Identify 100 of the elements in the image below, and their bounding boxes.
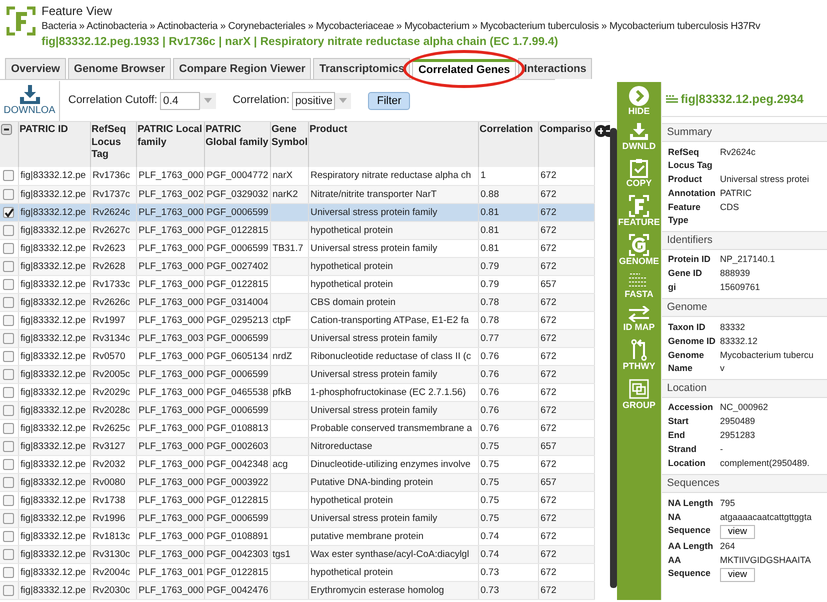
table-cell: PGF_0042476 (206, 584, 268, 596)
table-cell: PLF_1763_003 (138, 332, 204, 344)
remove-column-icon[interactable] (603, 125, 610, 137)
field-value: NC_000962 (720, 401, 768, 414)
field-label: Genome ID (668, 334, 717, 348)
download-button[interactable]: DOWNLOA (0, 80, 60, 120)
table-row[interactable]: fig|83332.12.pe Rv2624c PLF_1763_000 PGF_0006599 Universal stress protein family 0.81 672 (0, 203, 594, 221)
row-checkbox[interactable] (3, 332, 14, 344)
tab[interactable]: Correlated Genes (412, 59, 516, 80)
table-row[interactable]: fig|83332.12.pe Rv2626c PLF_1763_000 PGF_0314004 CBS domain protein 0.78 672 (0, 293, 594, 311)
table-row[interactable]: fig|83332.12.pe Rv2627c PLF_1763_000 PGF_0122815 hypothetical protein 0.81 672 (0, 221, 594, 239)
table-cell: tgs1 (272, 548, 290, 560)
table-cell: PGF_0006599 (206, 332, 268, 344)
tab[interactable]: Interactions (518, 58, 592, 79)
table-cell: Rv2004c (92, 566, 130, 578)
row-checkbox[interactable] (3, 170, 14, 182)
download-icon (18, 85, 40, 105)
table-cell: 0.76 (480, 368, 499, 380)
table-cell: 0.75 (480, 476, 499, 488)
table-cell: fig|83332.12.pe (20, 530, 86, 542)
field-label: Start (668, 415, 690, 428)
row-checkbox[interactable] (3, 224, 14, 236)
tab[interactable]: Overview (5, 58, 66, 79)
table-row[interactable]: fig|83332.12.pe Rv2032 PLF_1763_000 PGF_0042348 acg Dinucleotide-utilizing enzymes involve 0.75 672 (0, 455, 594, 473)
table-row[interactable]: fig|83332.12.pe Rv1737c PLF_1763_002 PGF_0329032 narK2 Nitrate/nitrite transporter NarT 0.88 672 (0, 185, 594, 203)
details-title: fig|83332.12.peg.2934 (680, 91, 804, 108)
table-cell: 657 (540, 476, 556, 488)
table-row[interactable]: fig|83332.12.pe Rv2030c PLF_1763_000 PGF_0042476 Erythromycin esterase homolog 0.73 672 (0, 581, 594, 599)
row-checkbox[interactable] (3, 278, 14, 290)
table-row[interactable]: fig|83332.12.pe Rv1813c PLF_1763_000 PGF_0108891 putative membrane protein 0.74 672 (0, 527, 594, 545)
table-row[interactable]: fig|83332.12.pe Rv2005c PLF_1763_000 PGF_0006599 Universal stress protein family 0.76 672 (0, 365, 594, 383)
row-checkbox[interactable] (3, 566, 14, 578)
row-checkbox[interactable] (3, 260, 14, 272)
scrollbar[interactable] (610, 128, 617, 588)
table-row[interactable]: fig|83332.12.pe Rv2625c PLF_1763_000 PGF_0108813 Probable conserved transmembrane a 0.76 672 (0, 419, 594, 437)
field-value: Universal stress protei (720, 172, 810, 186)
column-header[interactable]: Gene Symbol (270, 122, 308, 167)
table-row[interactable]: fig|83332.12.pe Rv1738 PLF_1763_000 PGF_0122815 hypothetical protein 0.75 672 (0, 491, 594, 509)
tab[interactable]: Genome Browser (68, 58, 172, 79)
table-row[interactable]: fig|83332.12.pe Rv0570 PLF_1763_000 PGF_0605134 nrdZ Ribonucleotide reductase of class II (c 0.76 672 (0, 347, 594, 365)
filter-button[interactable]: Filter (368, 92, 410, 110)
row-checkbox[interactable] (3, 494, 14, 506)
table-row[interactable]: fig|83332.12.pe Rv3130c PLF_1763_000 PGF_0042303 tgs1 Wax ester synthase/acyl-CoA:diacylgl 0.74 672 (0, 545, 594, 563)
table-cell: PLF_1763_000 (138, 548, 204, 560)
table-row[interactable]: fig|83332.12.pe Rv1733c PLF_1763_000 PGF_0122815 hypothetical protein 0.79 657 (0, 275, 594, 293)
column-header[interactable]: PATRIC Global family (204, 122, 270, 167)
row-checkbox[interactable] (3, 548, 14, 560)
table-row[interactable]: fig|83332.12.pe Rv3127 PLF_1763_000 PGF_0002603 Nitroreductase 0.75 657 (0, 437, 594, 455)
tab[interactable]: Transcriptomics (313, 58, 410, 79)
row-checkbox[interactable] (3, 512, 14, 524)
row-checkbox[interactable] (3, 530, 14, 542)
tab[interactable]: Compare Region Viewer (173, 58, 312, 79)
table-cell: Rv1733c (92, 278, 130, 290)
table-row[interactable]: fig|83332.12.pe Rv2028c PLF_1763_000 PGF_0006599 Universal stress protein family 0.76 672 (0, 401, 594, 419)
row-checkbox[interactable] (3, 422, 14, 434)
row-checkbox[interactable] (3, 404, 14, 416)
field-value: complement(2950489. (720, 457, 810, 470)
row-checkbox[interactable] (3, 440, 14, 452)
genome-icon (629, 234, 649, 256)
field-value: PATRIC (720, 186, 752, 200)
table-cell: PGF_0003922 (206, 476, 268, 488)
view-button[interactable]: view (720, 568, 756, 582)
table-row[interactable]: fig|83332.12.pe Rv3134c PLF_1763_003 PGF_0006599 Universal stress protein family 0.77 672 (0, 329, 594, 347)
table-row[interactable]: fig|83332.12.pe Rv1996 PLF_1763_000 PGF_0006599 Universal stress protein family 0.75 672 (0, 509, 594, 527)
table-cell: 672 (540, 530, 556, 542)
table-cell: 0.73 (480, 566, 499, 578)
row-checkbox[interactable] (3, 242, 14, 254)
row-checkbox[interactable] (3, 368, 14, 380)
table-cell: 0.76 (480, 350, 499, 362)
table-row[interactable]: fig|83332.12.pe Rv2004c PLF_1763_001 PGF_0122815 hypothetical protein 0.73 672 (0, 563, 594, 581)
table-cell: Rv2029c (92, 386, 130, 398)
row-checkbox[interactable] (3, 188, 14, 200)
column-header[interactable]: PATRIC ID (18, 122, 90, 167)
row-checkbox[interactable] (3, 350, 14, 362)
row-checkbox[interactable] (3, 296, 14, 308)
table-row[interactable]: fig|83332.12.pe Rv2623 PLF_1763_000 PGF_0006599 TB31.7 Universal stress protein family 0.81 672 (0, 239, 594, 257)
row-checkbox[interactable] (3, 206, 14, 218)
row-checkbox[interactable] (3, 458, 14, 470)
row-checkbox[interactable] (3, 386, 14, 398)
column-header[interactable]: Product (308, 122, 478, 167)
row-checkbox[interactable] (3, 584, 14, 596)
table-row[interactable]: fig|83332.12.pe Rv0080 PLF_1763_000 PGF_0003922 Putative DNA-binding protein 0.75 657 (0, 473, 594, 491)
column-header[interactable]: RefSeq Locus Tag (90, 122, 136, 167)
table-cell: PLF_1763_000 (138, 458, 204, 470)
column-header[interactable]: Compariso (538, 122, 594, 167)
column-header[interactable]: Correlation (478, 122, 538, 167)
table-cell: Rv3130c (92, 548, 130, 560)
column-header[interactable]: PATRIC Local family (136, 122, 204, 167)
table-row[interactable]: fig|83332.12.pe Rv2029c PLF_1763_000 PGF_0465538 pfkB 1-phosphofructokinase (EC 2.7.1.56) 0.76 672 (0, 383, 594, 401)
table-cell: PGF_0295213 (206, 314, 268, 326)
section-header: Location (662, 378, 827, 398)
row-checkbox[interactable] (3, 476, 14, 488)
view-button[interactable]: view (720, 524, 756, 539)
table-row[interactable]: fig|83332.12.pe Rv1997 PLF_1763_000 PGF_0295213 ctpF Cation-transporting ATPase, E1-E2 fa 0.78 672 (0, 311, 594, 329)
collapse-all-icon[interactable] (1, 124, 12, 135)
download-icon (629, 123, 649, 141)
table-row[interactable]: fig|83332.12.pe Rv1736c PLF_1763_000 PGF_0004772 narX Respiratory nitrate reductase alpha ch 1 672 (0, 167, 594, 185)
row-checkbox[interactable] (3, 314, 14, 326)
section-header: Identifiers (662, 230, 827, 250)
table-row[interactable]: fig|83332.12.pe Rv2628 PLF_1763_000 PGF_0027402 hypothetical protein 0.79 672 (0, 257, 594, 275)
